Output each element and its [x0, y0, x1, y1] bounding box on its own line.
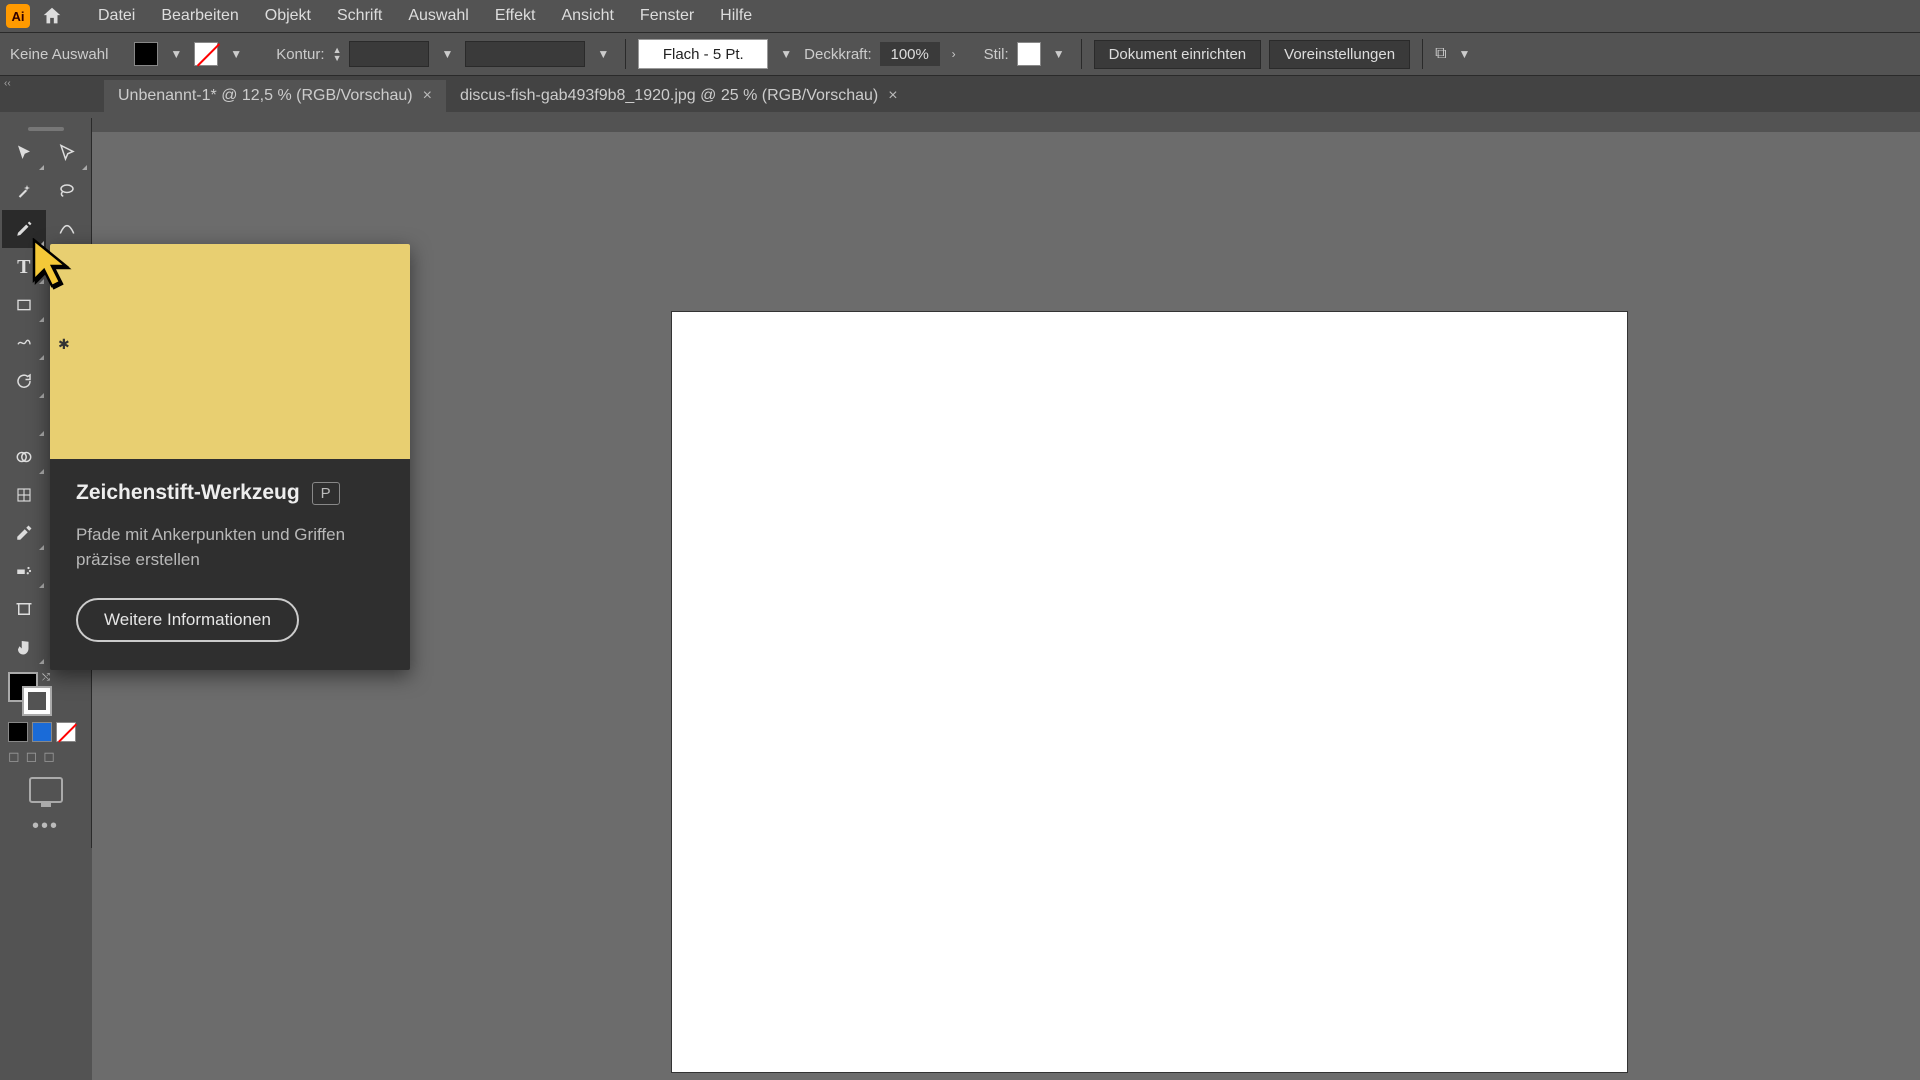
direct-selection-tool[interactable] [46, 134, 90, 172]
tooltip-description: Pfade mit Ankerpunkten und Griffen präzi… [76, 523, 384, 572]
variable-width-field[interactable] [465, 41, 585, 67]
app-icon: Ai [6, 4, 30, 28]
cursor-icon [30, 238, 78, 286]
close-tab-icon[interactable]: × [423, 87, 432, 105]
close-tab-icon[interactable]: × [888, 87, 897, 105]
swap-colors-icon[interactable]: ⤭ [42, 672, 50, 683]
width-tool[interactable] [2, 400, 46, 438]
menu-schrift[interactable]: Schrift [325, 3, 394, 29]
selection-tool[interactable] [2, 134, 46, 172]
color-mode-solid[interactable] [8, 722, 28, 742]
menu-hilfe[interactable]: Hilfe [708, 3, 764, 29]
document-tabs: ‹‹ Unbenannt-1* @ 12,5 % (RGB/Vorschau) … [0, 76, 1920, 112]
lasso-tool[interactable] [46, 172, 90, 210]
variable-width-dropdown-icon[interactable]: ▼ [593, 47, 613, 61]
rotate-tool[interactable] [2, 362, 46, 400]
eyedropper-tool[interactable] [2, 514, 46, 552]
menu-bearbeiten[interactable]: Bearbeiten [149, 3, 250, 29]
tooltip-preview-thumbnail [50, 244, 410, 459]
mesh-tool[interactable] [2, 476, 46, 514]
brush-dropdown-icon[interactable]: ▼ [776, 47, 796, 61]
fill-swatch[interactable] [134, 42, 158, 66]
style-label: Stil: [984, 46, 1009, 63]
menu-effekt[interactable]: Effekt [483, 3, 548, 29]
stroke-color[interactable] [22, 686, 52, 716]
color-mode-none[interactable] [56, 722, 76, 742]
color-mode-gradient[interactable] [32, 722, 52, 742]
shaper-tool[interactable] [2, 324, 46, 362]
pen-cursor-asterisk-icon: ✱ [58, 336, 70, 353]
separator [1422, 39, 1423, 69]
artboard[interactable] [672, 312, 1627, 1072]
stroke-weight-label: Kontur: [276, 46, 324, 63]
learn-more-button[interactable]: Weitere Informationen [76, 598, 299, 642]
fill-stroke-proxy[interactable]: ⤭ [8, 672, 52, 716]
fill-dropdown-icon[interactable]: ▼ [166, 47, 186, 61]
menu-auswahl[interactable]: Auswahl [396, 3, 480, 29]
panel-collapse-icon[interactable]: ‹‹ [4, 78, 11, 89]
menu-objekt[interactable]: Objekt [253, 3, 323, 29]
stroke-weight-stepper[interactable]: ▲▼ [333, 46, 342, 62]
align-icon[interactable]: ⧉ [1435, 45, 1446, 63]
magic-wand-tool[interactable] [2, 172, 46, 210]
symbol-sprayer-tool[interactable] [2, 552, 46, 590]
draw-behind-icon[interactable]: ◻ [26, 748, 38, 765]
shape-builder-tool[interactable] [2, 438, 46, 476]
document-tab-label: Unbenannt-1* @ 12,5 % (RGB/Vorschau) [118, 87, 413, 105]
stroke-weight-field[interactable] [349, 41, 429, 67]
separator [1081, 39, 1082, 69]
menubar: Ai Datei Bearbeiten Objekt Schrift Auswa… [0, 0, 1920, 32]
style-dropdown-icon[interactable]: ▼ [1049, 47, 1069, 61]
document-setup-button[interactable]: Dokument einrichten [1094, 40, 1262, 69]
document-tab-1[interactable]: Unbenannt-1* @ 12,5 % (RGB/Vorschau) × [104, 80, 446, 112]
home-icon[interactable] [38, 2, 66, 30]
artboard-tool[interactable] [2, 590, 46, 628]
align-dropdown-icon[interactable]: ▼ [1455, 47, 1475, 61]
screen-mode-icon[interactable] [29, 777, 63, 803]
menu-datei[interactable]: Datei [86, 3, 147, 29]
stroke-swatch[interactable] [194, 42, 218, 66]
menu-fenster[interactable]: Fenster [628, 3, 706, 29]
stroke-dropdown-icon[interactable]: ▼ [226, 47, 246, 61]
separator [625, 39, 626, 69]
draw-normal-icon[interactable]: ◻ [8, 748, 20, 765]
edit-toolbar-icon[interactable]: ••• [2, 811, 89, 842]
tooltip-title: Zeichenstift-Werkzeug [76, 481, 300, 505]
draw-inside-icon[interactable]: ◻ [43, 748, 55, 765]
panel-grip-icon[interactable] [2, 124, 89, 134]
stroke-profile-dropdown-icon[interactable]: ▼ [437, 47, 457, 61]
rectangle-tool[interactable] [2, 286, 46, 324]
opacity-dropdown-icon[interactable]: › [948, 47, 960, 61]
hand-tool[interactable] [2, 628, 46, 666]
document-tab-label: discus-fish-gab493f9b8_1920.jpg @ 25 % (… [460, 87, 878, 105]
document-tab-2[interactable]: discus-fish-gab493f9b8_1920.jpg @ 25 % (… [446, 80, 912, 112]
graphic-style-swatch[interactable] [1017, 42, 1041, 66]
menu-ansicht[interactable]: Ansicht [549, 3, 625, 29]
tool-tooltip: Zeichenstift-Werkzeug P Pfade mit Ankerp… [50, 244, 410, 670]
control-bar: Keine Auswahl ▼ ▼ Kontur: ▲▼ ▼ ▼ Flach -… [0, 32, 1920, 76]
opacity-field[interactable]: 100% [880, 42, 940, 66]
selection-status: Keine Auswahl [10, 46, 108, 63]
preferences-button[interactable]: Voreinstellungen [1269, 40, 1410, 69]
tooltip-shortcut-key: P [312, 482, 340, 505]
opacity-label: Deckkraft: [804, 46, 872, 63]
brush-definition-field[interactable]: Flach - 5 Pt. [638, 39, 768, 69]
